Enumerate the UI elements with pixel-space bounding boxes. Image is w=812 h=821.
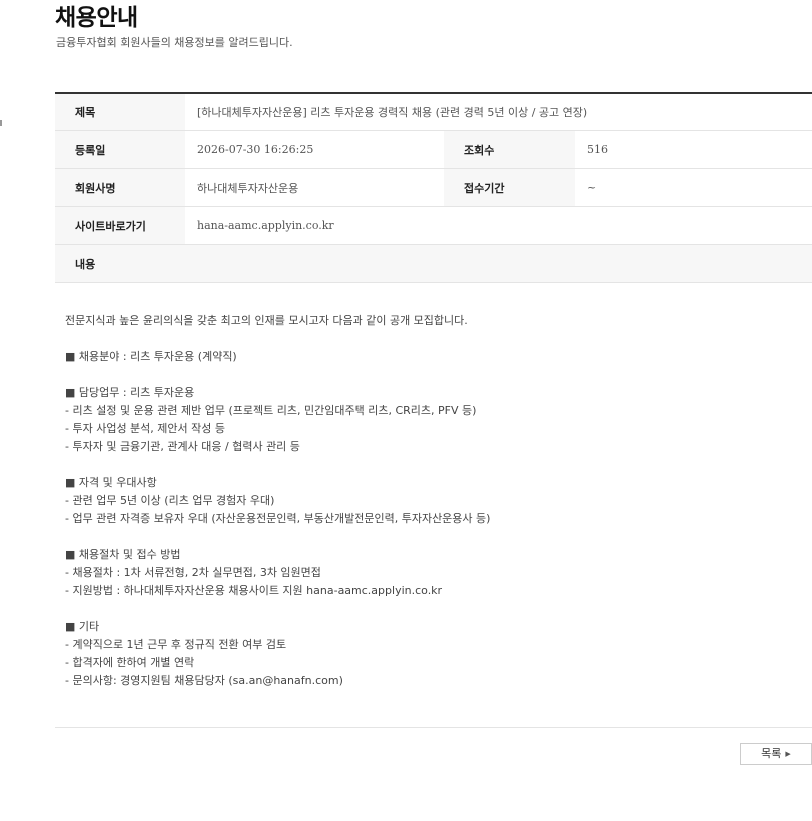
content-line: - 투자자 및 금융기관, 관계사 대응 / 협력사 관리 등 bbox=[65, 440, 300, 453]
site-link[interactable]: hana-aamc.applyin.co.kr bbox=[185, 206, 812, 245]
site-label: 사이트바로가기 bbox=[55, 206, 185, 245]
date-value: 2026-07-30 16:26:25 bbox=[185, 130, 444, 169]
content-line: - 투자 사업성 분석, 제안서 작성 등 bbox=[65, 422, 226, 435]
content-line: - 문의사항: 경영지원팀 채용담당자 (sa.an@hanafn.com) bbox=[65, 674, 343, 687]
title-value: [하나대체투자자산운용] 리츠 투자운용 경력직 채용 (관련 경력 5년 이상… bbox=[185, 92, 812, 131]
views-label: 조회수 bbox=[444, 130, 575, 169]
left-edge-mark bbox=[0, 120, 2, 126]
page: 채용안내 금융투자협회 회원사들의 채용정보를 알려드립니다. 제목 [하나대체… bbox=[0, 0, 812, 821]
site-row: 사이트바로가기 hana-aamc.applyin.co.kr bbox=[55, 206, 812, 245]
period-value: ~ bbox=[575, 168, 812, 207]
content-line: ■ 기타 bbox=[65, 620, 100, 633]
content-header-row: 내용 bbox=[55, 244, 812, 283]
list-button[interactable]: 목록 ▶ bbox=[740, 743, 812, 765]
title-row: 제목 [하나대체투자자산운용] 리츠 투자운용 경력직 채용 (관련 경력 5년… bbox=[55, 92, 812, 131]
company-label: 회원사명 bbox=[55, 168, 185, 207]
date-label: 등록일 bbox=[55, 130, 185, 169]
content-body: 전문지식과 높은 윤리의식을 갖춘 최고의 인재를 모시고자 다음과 같이 공개… bbox=[65, 312, 805, 690]
content-line: ■ 채용절차 및 접수 방법 bbox=[65, 548, 181, 561]
company-row: 회원사명 하나대체투자자산운용 접수기간 ~ bbox=[55, 168, 812, 207]
content-line bbox=[65, 600, 805, 618]
job-detail-table: 제목 [하나대체투자자산운용] 리츠 투자운용 경력직 채용 (관련 경력 5년… bbox=[55, 92, 812, 283]
content-line: - 업무 관련 자격증 보유자 우대 (자산운용전문인력, 부동산개발전문인력,… bbox=[65, 512, 491, 525]
arrow-right-icon: ▶ bbox=[785, 750, 791, 758]
content-line: ■ 채용분야 : 리츠 투자운용 (계약직) bbox=[65, 350, 237, 363]
page-subtitle: 금융투자협회 회원사들의 채용정보를 알려드립니다. bbox=[56, 36, 293, 49]
date-row: 등록일 2026-07-30 16:26:25 조회수 516 bbox=[55, 130, 812, 169]
company-value: 하나대체투자자산운용 bbox=[185, 168, 444, 207]
content-line bbox=[65, 330, 805, 348]
page-title: 채용안내 bbox=[55, 5, 138, 31]
list-button-label: 목록 bbox=[761, 747, 782, 760]
content-line: - 계약직으로 1년 근무 후 정규직 전환 여부 검토 bbox=[65, 638, 287, 651]
content-line: - 관련 업무 5년 이상 (리츠 업무 경험자 우대) bbox=[65, 494, 275, 507]
content-line: ■ 자격 및 우대사항 bbox=[65, 476, 157, 489]
content-line: ■ 담당업무 : 리츠 투자운용 bbox=[65, 386, 195, 399]
content-line bbox=[65, 366, 805, 384]
content-line bbox=[65, 456, 805, 474]
content-line: 전문지식과 높은 윤리의식을 갖춘 최고의 인재를 모시고자 다음과 같이 공개… bbox=[65, 314, 468, 327]
content-line: - 리츠 설정 및 운용 관련 제반 업무 (프로젝트 리츠, 민간임대주택 리… bbox=[65, 404, 477, 417]
content-label: 내용 bbox=[55, 244, 812, 283]
content-line: - 지원방법 : 하나대체투자자산운용 채용사이트 지원 hana-aamc.a… bbox=[65, 584, 443, 597]
title-label: 제목 bbox=[55, 92, 185, 131]
content-line: - 채용절차 : 1차 서류전형, 2차 실무면접, 3차 임원면접 bbox=[65, 566, 321, 579]
content-line: - 합격자에 한하여 개별 연락 bbox=[65, 656, 195, 669]
content-line bbox=[65, 528, 805, 546]
bottom-divider bbox=[55, 727, 812, 728]
period-label: 접수기간 bbox=[444, 168, 575, 207]
views-value: 516 bbox=[575, 130, 812, 169]
